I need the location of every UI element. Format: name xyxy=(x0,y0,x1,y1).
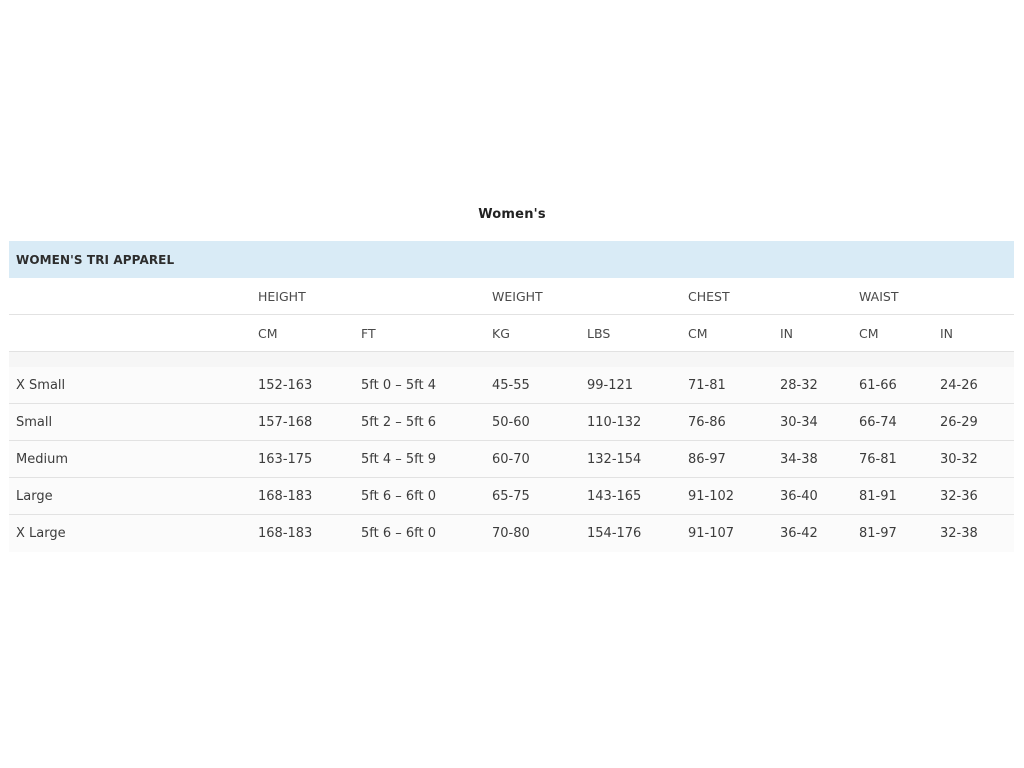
table-cell: 132-154 xyxy=(587,452,642,467)
unit-header-chest-cm: CM xyxy=(688,326,708,341)
unit-header-chest-in: IN xyxy=(780,326,794,341)
table-cell: 110-132 xyxy=(587,415,642,430)
size-label: Small xyxy=(16,415,53,430)
size-chart-table: WOMEN'S TRI APPAREL HEIGHT WEIGHT CHEST … xyxy=(9,241,1014,552)
group-header-height: HEIGHT xyxy=(258,289,306,304)
size-label: X Small xyxy=(16,378,66,393)
table-row: X Large 168-183 5ft 6 – 6ft 0 70-80 154-… xyxy=(9,515,1014,552)
table-cell: 152-163 xyxy=(258,378,313,393)
table-cell: 32-36 xyxy=(940,489,978,504)
unit-header-row: CM FT KG LBS CM IN CM IN xyxy=(9,315,1014,352)
table-cell: 86-97 xyxy=(688,452,726,467)
size-label: X Large xyxy=(16,526,66,541)
table-row: Medium 163-175 5ft 4 – 5ft 9 60-70 132-1… xyxy=(9,441,1014,478)
unit-header-weight-kg: KG xyxy=(492,326,510,341)
table-cell: 45-55 xyxy=(492,378,530,393)
unit-header-weight-lbs: LBS xyxy=(587,326,611,341)
table-cell: 91-102 xyxy=(688,489,735,504)
table-cell: 81-91 xyxy=(859,489,897,504)
table-row: X Small 152-163 5ft 0 – 5ft 4 45-55 99-1… xyxy=(9,367,1014,404)
table-cell: 5ft 6 – 6ft 0 xyxy=(361,526,437,541)
table-cell: 24-26 xyxy=(940,378,978,393)
table-cell: 60-70 xyxy=(492,452,530,467)
table-cell: 168-183 xyxy=(258,489,313,504)
table-cell: 61-66 xyxy=(859,378,897,393)
group-header-waist: WAIST xyxy=(859,289,899,304)
table-cell: 30-34 xyxy=(780,415,818,430)
unit-header-waist-cm: CM xyxy=(859,326,879,341)
table-cell: 36-40 xyxy=(780,489,818,504)
table-cell: 91-107 xyxy=(688,526,735,541)
table-cell: 66-74 xyxy=(859,415,897,430)
table-cell: 99-121 xyxy=(587,378,634,393)
table-cell: 65-75 xyxy=(492,489,530,504)
table-cell: 168-183 xyxy=(258,526,313,541)
group-header-chest: CHEST xyxy=(688,289,730,304)
table-cell: 5ft 2 – 5ft 6 xyxy=(361,415,437,430)
unit-header-height-cm: CM xyxy=(258,326,278,341)
table-cell: 30-32 xyxy=(940,452,978,467)
table-cell: 163-175 xyxy=(258,452,313,467)
table-cell: 70-80 xyxy=(492,526,530,541)
size-label: Large xyxy=(16,489,53,504)
table-cell: 71-81 xyxy=(688,378,726,393)
table-cell: 34-38 xyxy=(780,452,818,467)
table-title: WOMEN'S TRI APPAREL xyxy=(9,241,1014,278)
table-cell: 5ft 4 – 5ft 9 xyxy=(361,452,437,467)
table-spacer xyxy=(9,352,1014,367)
size-label: Medium xyxy=(16,452,68,467)
table-cell: 5ft 0 – 5ft 4 xyxy=(361,378,437,393)
unit-header-waist-in: IN xyxy=(940,326,954,341)
table-cell: 50-60 xyxy=(492,415,530,430)
table-cell: 76-81 xyxy=(859,452,897,467)
table-cell: 143-165 xyxy=(587,489,642,504)
table-cell: 81-97 xyxy=(859,526,897,541)
table-cell: 36-42 xyxy=(780,526,818,541)
page-heading: Women's xyxy=(478,207,546,222)
table-row: Small 157-168 5ft 2 – 5ft 6 50-60 110-13… xyxy=(9,404,1014,441)
table-cell: 76-86 xyxy=(688,415,726,430)
table-cell: 26-29 xyxy=(940,415,978,430)
table-cell: 154-176 xyxy=(587,526,642,541)
group-header-row: HEIGHT WEIGHT CHEST WAIST xyxy=(9,278,1014,315)
group-header-weight: WEIGHT xyxy=(492,289,543,304)
table-cell: 5ft 6 – 6ft 0 xyxy=(361,489,437,504)
table-cell: 157-168 xyxy=(258,415,313,430)
table-row: Large 168-183 5ft 6 – 6ft 0 65-75 143-16… xyxy=(9,478,1014,515)
table-cell: 28-32 xyxy=(780,378,818,393)
unit-header-height-ft: FT xyxy=(361,326,376,341)
table-cell: 32-38 xyxy=(940,526,978,541)
